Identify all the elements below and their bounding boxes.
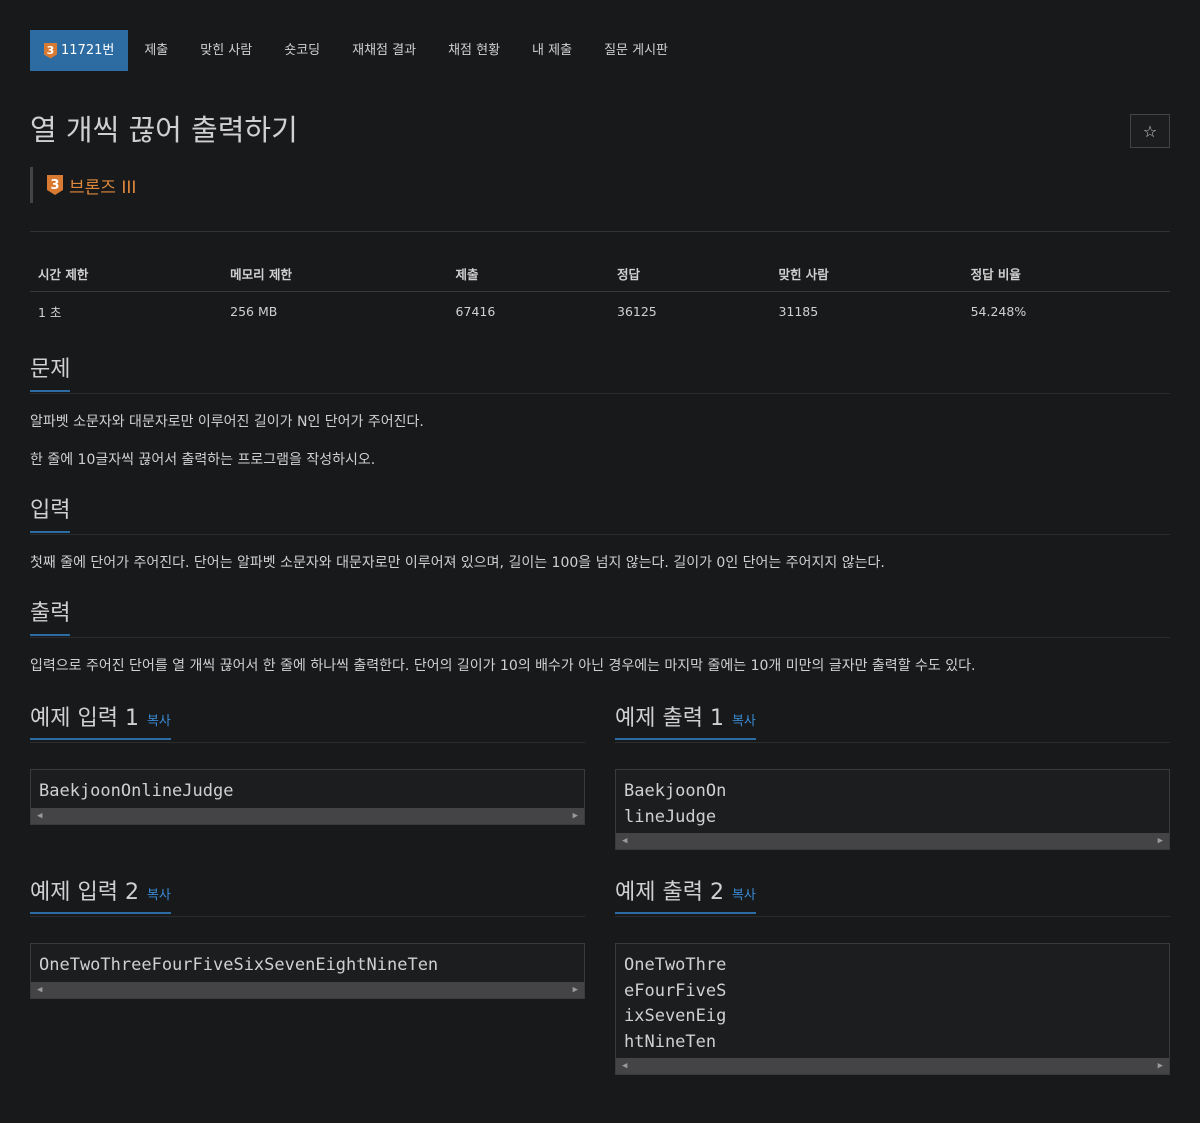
scroll-left-icon[interactable]: ◀: [622, 833, 627, 849]
sample-output-2: 예제 출력 2 복사 OneTwoThre eFourFiveS ixSeven…: [615, 874, 1170, 1075]
table-row: 1 초 256 MB 67416 36125 31185 54.248%: [30, 292, 1170, 332]
scroll-right-icon[interactable]: ▶: [1158, 833, 1163, 849]
bronze-tier-icon: 3: [47, 175, 63, 195]
sample-title: 예제 출력 2 복사: [615, 874, 756, 914]
sample-title: 예제 출력 1 복사: [615, 700, 756, 740]
sample-input-2-title: 예제 입력 2: [30, 880, 139, 905]
tab-solvers[interactable]: 맞힌 사람: [184, 30, 268, 71]
sample-output-1-header: 예제 출력 1 복사: [615, 700, 1170, 743]
sample-output-2-title: 예제 출력 2: [615, 880, 724, 905]
copy-button[interactable]: 복사: [732, 884, 756, 903]
sample-output-1-box[interactable]: BaekjoonOn lineJudge ◀ ▶: [615, 769, 1170, 850]
problem-heading: 문제: [30, 355, 71, 392]
header-solvers: 맞힌 사람: [770, 256, 963, 292]
accept-ratio-value: 54.248%: [970, 304, 1027, 319]
output-description: 입력으로 주어진 단어를 열 개씩 끊어서 한 줄에 하나씩 출력한다. 단어의…: [30, 658, 976, 674]
copy-button[interactable]: 복사: [147, 710, 171, 729]
problem-description-1: 알파벳 소문자와 대문자로만 이루어진 길이가 N인 단어가 주어진다.: [30, 414, 424, 430]
tab-rejudge[interactable]: 재채점 결과: [336, 30, 432, 71]
horizontal-scrollbar[interactable]: ◀ ▶: [31, 981, 584, 998]
problem-section-header: 문제: [30, 355, 1170, 394]
output-heading: 출력: [30, 599, 71, 636]
title-row: 열 개씩 끊어 출력하기 ☆: [30, 111, 1170, 151]
divider: [30, 231, 1170, 232]
output-section-header: 출력: [30, 599, 1170, 638]
tab-shortcoding[interactable]: 숏코딩: [268, 30, 336, 71]
tab-board[interactable]: 질문 게시판: [588, 30, 684, 71]
header-time-limit: 시간 제한: [30, 256, 223, 292]
problem-info-table: 시간 제한 메모리 제한 제출 정답 맞힌 사람 정답 비율 1 초 256 M…: [30, 256, 1170, 331]
horizontal-scrollbar[interactable]: ◀ ▶: [616, 1058, 1169, 1074]
sample-output-2-box[interactable]: OneTwoThre eFourFiveS ixSevenEig htNineT…: [615, 943, 1170, 1075]
horizontal-scrollbar[interactable]: ◀ ▶: [616, 833, 1169, 849]
tab-submit[interactable]: 제출: [128, 30, 184, 71]
sample-title: 예제 입력 1 복사: [30, 700, 171, 740]
sample-output-1-code: BaekjoonOn lineJudge: [624, 781, 727, 827]
sample-input-1: 예제 입력 1 복사 BaekjoonOnlineJudge ◀ ▶: [30, 700, 585, 850]
sample-output-1: 예제 출력 1 복사 BaekjoonOn lineJudge ◀ ▶: [615, 700, 1170, 850]
tier-label[interactable]: 브론즈 III: [69, 173, 136, 198]
scroll-right-icon[interactable]: ▶: [1158, 1058, 1163, 1074]
problem-tabs: 3 11721번 제출 맞힌 사람 숏코딩 재채점 결과 채점 현황 내 제출 …: [30, 30, 1170, 71]
horizontal-scrollbar[interactable]: ◀ ▶: [31, 807, 584, 824]
problem-tier: 3 브론즈 III: [30, 167, 1170, 203]
submissions-value: 67416: [455, 304, 496, 319]
sample-title: 예제 입력 2 복사: [30, 874, 171, 914]
scroll-right-icon[interactable]: ▶: [573, 982, 578, 998]
table-header-row: 시간 제한 메모리 제한 제출 정답 맞힌 사람 정답 비율: [30, 256, 1170, 292]
sample-input-2-box[interactable]: OneTwoThreeFourFiveSixSevenEightNineTen …: [30, 943, 585, 999]
problem-description-2: 한 줄에 10글자씩 끊어서 출력하는 프로그램을 작성하시오.: [30, 452, 376, 468]
scroll-right-icon[interactable]: ▶: [573, 808, 578, 824]
sample-input-2-code: OneTwoThreeFourFiveSixSevenEightNineTen: [39, 955, 439, 975]
input-heading: 입력: [30, 496, 71, 533]
sample-output-2-code: OneTwoThre eFourFiveS ixSevenEig htNineT…: [624, 955, 727, 1052]
sample-input-2: 예제 입력 2 복사 OneTwoThreeFourFiveSixSevenEi…: [30, 874, 585, 1075]
scroll-left-icon[interactable]: ◀: [622, 1058, 627, 1074]
accepted-value: 36125: [617, 304, 657, 319]
sample-output-2-header: 예제 출력 2 복사: [615, 874, 1170, 917]
sample-output-1-title: 예제 출력 1: [615, 706, 724, 731]
input-section-header: 입력: [30, 496, 1170, 535]
sample-input-1-header: 예제 입력 1 복사: [30, 700, 585, 743]
sample-input-1-box[interactable]: BaekjoonOnlineJudge ◀ ▶: [30, 769, 585, 825]
time-limit-value: 1 초: [38, 305, 62, 320]
scroll-left-icon[interactable]: ◀: [37, 982, 42, 998]
sample-input-2-header: 예제 입력 2 복사: [30, 874, 585, 917]
favorite-star-button[interactable]: ☆: [1130, 114, 1170, 148]
sample-input-1-title: 예제 입력 1: [30, 706, 139, 731]
copy-button[interactable]: 복사: [147, 884, 171, 903]
examples-grid: 예제 입력 1 복사 BaekjoonOnlineJudge ◀ ▶ 예제 출력…: [30, 700, 1170, 1099]
header-accepted: 정답: [609, 256, 771, 292]
tab-problem-label: 11721번: [61, 43, 115, 58]
tab-my-submissions[interactable]: 내 제출: [516, 30, 588, 71]
header-memory-limit: 메모리 제한: [222, 256, 448, 292]
solvers-value: 31185: [778, 304, 819, 319]
page-title: 열 개씩 끊어 출력하기: [30, 113, 298, 147]
scroll-left-icon[interactable]: ◀: [37, 808, 42, 824]
tab-status[interactable]: 채점 현황: [432, 30, 516, 71]
input-description: 첫째 줄에 단어가 주어진다. 단어는 알파벳 소문자와 대문자로만 이루어져 …: [30, 555, 885, 571]
sample-input-1-code: BaekjoonOnlineJudge: [39, 781, 234, 801]
bronze-tier-icon: 3: [44, 42, 57, 59]
tab-problem[interactable]: 3 11721번: [30, 30, 129, 71]
header-submissions: 제출: [447, 256, 609, 292]
memory-limit-value: 256 MB: [230, 304, 278, 319]
copy-button[interactable]: 복사: [732, 710, 756, 729]
header-accept-ratio: 정답 비율: [962, 256, 1170, 292]
star-icon: ☆: [1142, 121, 1158, 141]
